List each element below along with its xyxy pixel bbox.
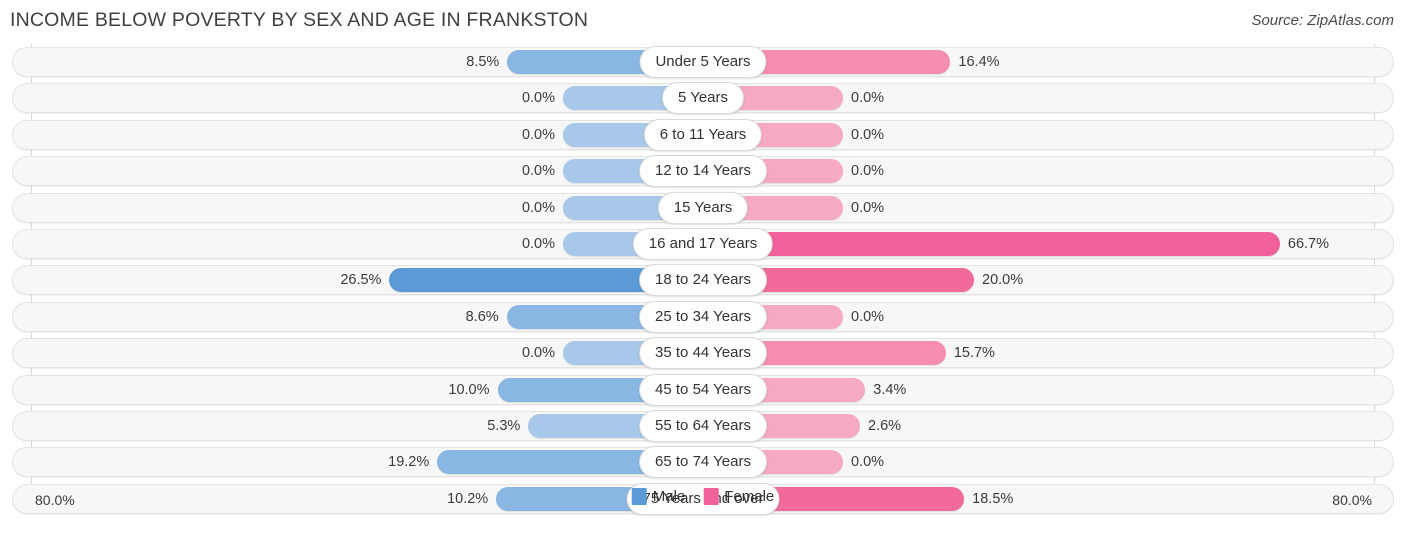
value-label-male: 0.0%: [521, 199, 555, 216]
chart-row[interactable]: 8.5% 16.4% Under 5 Years: [0, 44, 1406, 80]
legend-swatch-female-icon: [703, 488, 719, 505]
legend-swatch-male-icon: [631, 488, 647, 505]
value-label-male: 8.6%: [465, 308, 499, 325]
chart-row[interactable]: 10.0% 3.4% 45 to 54 Years: [0, 372, 1406, 408]
category-label-pill[interactable]: 15 Years: [657, 191, 749, 224]
value-label-male: 10.2%: [447, 490, 489, 507]
legend-item-male[interactable]: Male: [631, 488, 686, 505]
category-label-pill[interactable]: 16 and 17 Years: [632, 227, 774, 260]
value-label-female: 3.4%: [873, 381, 907, 398]
legend-label-female: Female: [724, 488, 775, 505]
chart-row[interactable]: 19.2% 0.0% 65 to 74 Years: [0, 444, 1406, 480]
chart-row[interactable]: 0.0% 66.7% 16 and 17 Years: [0, 226, 1406, 262]
chart-plot-area: 8.5% 16.4% Under 5 Years 0.0% 0.0% 5 Years 0.0…: [0, 44, 1406, 522]
value-label-female: 0.0%: [851, 308, 885, 325]
value-label-male: 10.0%: [448, 381, 490, 398]
value-label-male: 19.2%: [388, 454, 430, 471]
chart-row[interactable]: 0.0% 0.0% 12 to 14 Years: [0, 153, 1406, 189]
value-label-male: 0.0%: [521, 90, 555, 107]
category-label-pill[interactable]: Under 5 Years: [639, 46, 767, 78]
value-label-male: 0.0%: [521, 163, 555, 180]
value-label-female: 20.0%: [982, 272, 1024, 289]
value-label-female: 18.5%: [972, 490, 1014, 507]
bar-female[interactable]: [703, 231, 1280, 256]
chart-row[interactable]: 26.5% 20.0% 18 to 24 Years: [0, 262, 1406, 298]
chart-row[interactable]: 0.0% 0.0% 5 Years: [0, 80, 1406, 116]
value-label-male: 26.5%: [340, 272, 382, 289]
value-label-female: 16.4%: [958, 54, 1000, 70]
value-label-female: 66.7%: [1287, 235, 1329, 252]
value-label-male: 5.3%: [487, 417, 521, 434]
chart-row[interactable]: 5.3% 2.6% 55 to 64 Years: [0, 408, 1406, 444]
category-label-pill[interactable]: 55 to 64 Years: [639, 409, 767, 442]
category-label-pill[interactable]: 65 to 74 Years: [639, 446, 767, 479]
value-label-male: 8.5%: [466, 54, 500, 70]
chart-row[interactable]: 8.6% 0.0% 25 to 34 Years: [0, 299, 1406, 335]
chart-row[interactable]: 0.0% 15.7% 35 to 44 Years: [0, 335, 1406, 371]
category-label-pill[interactable]: 35 to 44 Years: [639, 337, 767, 370]
chart-row[interactable]: 0.0% 0.0% 15 Years: [0, 190, 1406, 226]
category-label-pill[interactable]: 12 to 14 Years: [639, 155, 767, 188]
value-label-female: 0.0%: [851, 454, 885, 471]
chart-page: INCOME BELOW POVERTY BY SEX AND AGE IN F…: [0, 0, 1406, 558]
category-label-pill[interactable]: 5 Years: [661, 82, 745, 115]
category-label-pill[interactable]: 25 to 34 Years: [639, 300, 767, 333]
value-label-male: 0.0%: [521, 126, 555, 143]
value-label-female: 0.0%: [851, 90, 885, 107]
source-attribution: Source: ZipAtlas.com: [1251, 12, 1394, 29]
chart-row[interactable]: 0.0% 0.0% 6 to 11 Years: [0, 117, 1406, 153]
value-label-male: 0.0%: [521, 235, 555, 252]
chart-rows: 8.5% 16.4% Under 5 Years 0.0% 0.0% 5 Years 0.0…: [0, 44, 1406, 517]
value-label-male: 0.0%: [521, 345, 555, 362]
value-label-female: 0.0%: [851, 199, 885, 216]
value-label-female: 0.0%: [851, 126, 885, 143]
legend-item-female[interactable]: Female: [703, 488, 774, 505]
category-label-pill[interactable]: 18 to 24 Years: [639, 264, 767, 297]
category-label-pill[interactable]: 45 to 54 Years: [639, 373, 767, 406]
axis-label-left: 80.0%: [35, 492, 75, 508]
value-label-female: 2.6%: [868, 417, 902, 434]
axis-label-right: 80.0%: [1332, 492, 1372, 508]
page-title: INCOME BELOW POVERTY BY SEX AND AGE IN F…: [10, 9, 589, 31]
value-label-female: 15.7%: [953, 345, 995, 362]
value-label-female: 0.0%: [851, 163, 885, 180]
chart-legend: Male Female: [631, 488, 774, 505]
category-label-pill[interactable]: 6 to 11 Years: [643, 118, 763, 151]
legend-label-male: Male: [652, 488, 686, 505]
